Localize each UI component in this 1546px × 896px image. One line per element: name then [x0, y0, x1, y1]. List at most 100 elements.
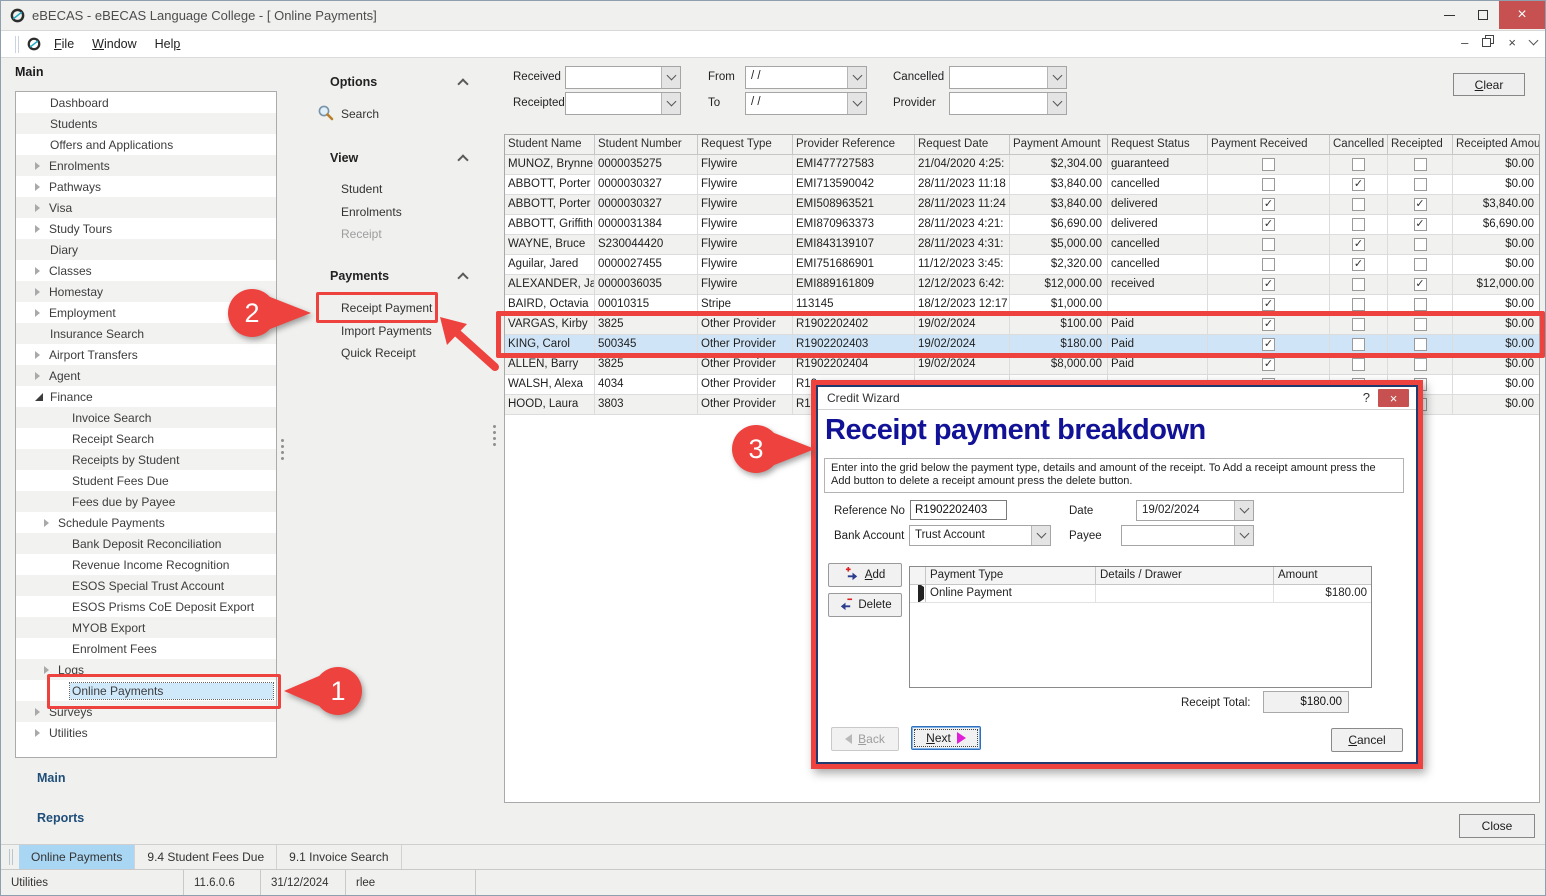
received-filter-select[interactable]: [565, 66, 681, 89]
payment-received-checkbox[interactable]: [1262, 238, 1275, 251]
mdi-close-icon[interactable]: ×: [1508, 36, 1516, 49]
payment-received-checkbox[interactable]: ✓: [1262, 278, 1275, 291]
receipted-checkbox[interactable]: ✓: [1414, 198, 1427, 211]
sidebar-item-schedule-payments[interactable]: Schedule Payments: [16, 512, 276, 533]
sidebar-item-enrolments[interactable]: Enrolments: [16, 155, 276, 176]
receipted-filter-select[interactable]: [565, 92, 681, 115]
date-select[interactable]: 19/02/2024: [1136, 500, 1254, 521]
grid-row[interactable]: Online Payment $180.00: [910, 585, 1371, 603]
dialog-title-bar[interactable]: Credit Wizard ? ×: [818, 387, 1416, 410]
sidebar-item-esos-prisms-coe-deposit-export[interactable]: ESOS Prisms CoE Deposit Export: [16, 596, 276, 617]
receipted-checkbox[interactable]: [1414, 258, 1427, 271]
sidebar-item-fees-due-by-payee[interactable]: Fees due by Payee: [16, 491, 276, 512]
sidebar-item-bank-deposit-reconciliation[interactable]: Bank Deposit Reconciliation: [16, 533, 276, 554]
cancelled-checkbox[interactable]: [1352, 218, 1365, 231]
receipted-checkbox[interactable]: ✓: [1414, 278, 1427, 291]
sidebar-item-agent[interactable]: Agent: [16, 365, 276, 386]
column-header[interactable]: Payment Received: [1208, 135, 1330, 155]
receipted-checkbox[interactable]: [1414, 238, 1427, 251]
table-row[interactable]: MUNOZ, Brynne0000035275FlywireEMI4777275…: [505, 155, 1539, 175]
maximize-button[interactable]: [1466, 1, 1499, 29]
sidebar-item-study-tours[interactable]: Study Tours: [16, 218, 276, 239]
chevron-up-icon[interactable]: [457, 78, 468, 89]
grid-column-header[interactable]: Details / Drawer: [1096, 567, 1274, 585]
receipted-checkbox[interactable]: [1414, 178, 1427, 191]
sidebar-item-myob-export[interactable]: MYOB Export: [16, 617, 276, 638]
sidebar-item-enrolment-fees[interactable]: Enrolment Fees: [16, 638, 276, 659]
splitter-grip[interactable]: [281, 439, 284, 460]
sidebar-item-esos-special-trust-account[interactable]: ESOS Special Trust Account: [16, 575, 276, 596]
payment-received-checkbox[interactable]: ✓: [1262, 198, 1275, 211]
table-row[interactable]: ALEXANDER, Jared0000036035FlywireEMI8891…: [505, 275, 1539, 295]
chevron-up-icon[interactable]: [457, 272, 468, 283]
add-button[interactable]: Add: [828, 563, 902, 587]
import-payments-action[interactable]: Import Payments: [341, 324, 432, 338]
sidebar-item-classes[interactable]: Classes: [16, 260, 276, 281]
mdi-minimize-icon[interactable]: –: [1461, 36, 1468, 49]
tab-online-payments[interactable]: Online Payments: [19, 845, 135, 869]
cancelled-checkbox[interactable]: [1352, 358, 1365, 371]
mdi-chevron-down-icon[interactable]: [1529, 36, 1539, 46]
column-header[interactable]: Payment Amount: [1010, 135, 1108, 155]
table-row[interactable]: ALLEN, Barry3825Other ProviderR190220240…: [505, 355, 1539, 375]
payment-received-checkbox[interactable]: [1262, 158, 1275, 171]
receipted-checkbox[interactable]: ✓: [1414, 218, 1427, 231]
next-button[interactable]: Next: [911, 726, 981, 750]
tab-student-fees-due[interactable]: 9.4 Student Fees Due: [135, 845, 277, 869]
column-header[interactable]: Student Name: [505, 135, 595, 155]
menu-window[interactable]: Window: [83, 33, 145, 55]
table-row[interactable]: Aguilar, Jared0000027455FlywireEMI751686…: [505, 255, 1539, 275]
sidebar-item-airport-transfers[interactable]: Airport Transfers: [16, 344, 276, 365]
splitter-grip[interactable]: [493, 425, 496, 446]
receipted-checkbox[interactable]: [1414, 298, 1427, 311]
cancelled-checkbox[interactable]: [1352, 198, 1365, 211]
provider-filter-select[interactable]: [949, 92, 1067, 115]
clear-button[interactable]: Clear: [1453, 73, 1525, 96]
cancel-button[interactable]: Cancel: [1331, 728, 1403, 752]
view-enrolments-action[interactable]: Enrolments: [341, 205, 402, 219]
payee-select[interactable]: [1121, 525, 1254, 546]
table-row[interactable]: WAYNE, BruceS230044420FlywireEMI84313910…: [505, 235, 1539, 255]
grid-column-header[interactable]: Payment Type: [926, 567, 1096, 585]
sidebar-item-students[interactable]: Students: [16, 113, 276, 134]
bank-account-select[interactable]: Trust Account: [909, 525, 1051, 546]
sidebar-item-revenue-income-recognition[interactable]: Revenue Income Recognition: [16, 554, 276, 575]
view-section-header[interactable]: View: [330, 151, 358, 165]
cancelled-checkbox[interactable]: [1352, 278, 1365, 291]
cancelled-checkbox[interactable]: ✓: [1352, 238, 1365, 251]
column-header[interactable]: Receipted Amou: [1453, 135, 1539, 155]
nav-group-main[interactable]: Main: [37, 771, 65, 785]
grid-column-header[interactable]: Amount: [1274, 567, 1371, 585]
cancelled-checkbox[interactable]: [1352, 298, 1365, 311]
payments-section-header[interactable]: Payments: [330, 269, 389, 283]
sidebar-item-invoice-search[interactable]: Invoice Search: [16, 407, 276, 428]
reference-no-input[interactable]: [910, 500, 1007, 520]
payment-received-checkbox[interactable]: ✓: [1262, 358, 1275, 371]
payment-received-checkbox[interactable]: ✓: [1262, 218, 1275, 231]
receipted-checkbox[interactable]: [1414, 158, 1427, 171]
dialog-close-button[interactable]: ×: [1378, 389, 1409, 407]
sidebar-item-receipt-search[interactable]: Receipt Search: [16, 428, 276, 449]
delete-button[interactable]: Delete: [828, 593, 902, 617]
cancelled-checkbox[interactable]: ✓: [1352, 178, 1365, 191]
sidebar-item-receipts-by-student[interactable]: Receipts by Student: [16, 449, 276, 470]
column-header[interactable]: Request Date: [915, 135, 1010, 155]
close-window-button[interactable]: ×: [1499, 1, 1545, 29]
minimize-button[interactable]: [1433, 1, 1466, 29]
mdi-restore-icon[interactable]: [1482, 35, 1494, 50]
search-action[interactable]: Search: [341, 107, 379, 121]
to-date-select[interactable]: / /: [745, 92, 867, 115]
options-section-header[interactable]: Options: [330, 75, 377, 89]
payment-received-checkbox[interactable]: ✓: [1262, 298, 1275, 311]
sidebar-item-dashboard[interactable]: Dashboard: [16, 92, 276, 113]
receipted-checkbox[interactable]: [1414, 358, 1427, 371]
column-header[interactable]: Receipted: [1388, 135, 1453, 155]
view-student-action[interactable]: Student: [341, 182, 382, 196]
sidebar-item-diary[interactable]: Diary: [16, 239, 276, 260]
sidebar-item-visa[interactable]: Visa: [16, 197, 276, 218]
column-header[interactable]: Request Status: [1108, 135, 1208, 155]
nav-group-reports[interactable]: Reports: [37, 811, 84, 825]
sidebar-item-offers[interactable]: Offers and Applications: [16, 134, 276, 155]
quick-receipt-action[interactable]: Quick Receipt: [341, 346, 416, 360]
close-button[interactable]: Close: [1459, 814, 1535, 838]
